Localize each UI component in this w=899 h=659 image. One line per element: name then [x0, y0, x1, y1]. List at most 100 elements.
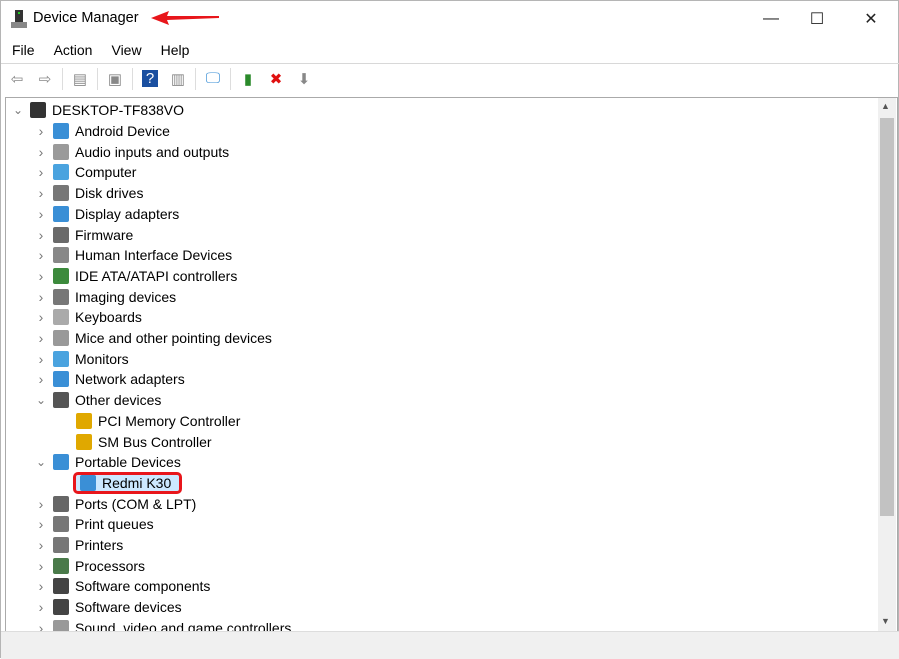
tree-item[interactable]: › Printers — [35, 535, 123, 556]
tree-item[interactable]: › Sound, video and game controllers — [35, 618, 292, 631]
tree-item[interactable]: › Display adapters — [35, 204, 179, 225]
show-hide-console-tree-button[interactable]: ▤ — [69, 68, 91, 90]
tree-item[interactable]: › Ports (COM & LPT) — [35, 493, 196, 514]
tree-item[interactable]: ⌄ Portable Devices — [35, 452, 181, 473]
device-category-icon — [53, 454, 69, 471]
disable-device-button[interactable]: ⬇ — [293, 68, 315, 90]
tree-item[interactable]: › Imaging devices — [35, 286, 176, 307]
menu-view[interactable]: View — [100, 39, 149, 61]
chevron-right-icon[interactable]: › — [35, 309, 47, 325]
chevron-right-icon[interactable]: › — [35, 351, 47, 367]
tree-item[interactable]: › IDE ATA/ATAPI controllers — [35, 266, 237, 287]
tree-item[interactable]: › Disk drives — [35, 183, 143, 204]
forward-arrow-icon: ⇨ — [38, 70, 52, 88]
uninstall-button[interactable]: ✖ — [265, 68, 287, 90]
menu-bar: File Action View Help — [1, 39, 899, 61]
minimize-button[interactable]: — — [748, 1, 794, 37]
tree-child-item[interactable]: Redmi K30 — [58, 471, 183, 494]
chevron-right-icon[interactable]: › — [35, 206, 47, 222]
disable-device-icon: ⬇ — [297, 70, 311, 88]
tree-root[interactable]: ⌄ DESKTOP-TF838VO — [12, 100, 184, 121]
tree-item[interactable]: › Audio inputs and outputs — [35, 141, 229, 162]
chevron-right-icon[interactable]: › — [35, 516, 47, 532]
update-driver-button[interactable]: ▮ — [237, 68, 259, 90]
scrollbar-thumb[interactable] — [880, 118, 894, 516]
chevron-down-icon[interactable]: ⌄ — [12, 103, 24, 117]
scroll-down-icon[interactable]: ▼ — [881, 616, 890, 626]
chevron-right-icon[interactable]: › — [35, 144, 47, 160]
menu-file[interactable]: File — [1, 39, 43, 61]
device-category-icon — [53, 392, 69, 409]
menu-action[interactable]: Action — [43, 39, 101, 61]
toolbar-separator — [132, 67, 133, 90]
tree-item[interactable]: ⌄ Other devices — [35, 390, 161, 411]
menu-help[interactable]: Help — [150, 39, 198, 61]
tree-item[interactable]: › Network adapters — [35, 369, 185, 390]
tree-item-label: PCI Memory Controller — [98, 412, 241, 429]
status-bar — [1, 631, 899, 659]
close-button[interactable]: ✕ — [848, 1, 894, 37]
chevron-right-icon[interactable]: › — [35, 164, 47, 180]
chevron-right-icon[interactable]: › — [35, 185, 47, 201]
properties-button[interactable]: ▣ — [104, 68, 126, 90]
chevron-right-icon[interactable]: › — [35, 599, 47, 615]
tree-item-label: Sound, video and game controllers — [75, 619, 292, 631]
chevron-right-icon[interactable]: › — [35, 558, 47, 574]
device-category-icon — [53, 143, 69, 160]
tree-item[interactable]: › Computer — [35, 162, 136, 183]
device-category-icon — [53, 578, 69, 595]
device-category-icon — [53, 330, 69, 347]
device-tree: ⌄ DESKTOP-TF838VO › Android Device › Audio in… — [5, 97, 898, 631]
chevron-right-icon[interactable]: › — [35, 247, 47, 263]
chevron-right-icon[interactable]: › — [35, 578, 47, 594]
action-pane-button[interactable]: ▥ — [167, 68, 189, 90]
tree-item-label: Imaging devices — [75, 288, 177, 305]
device-category-icon — [53, 123, 69, 140]
tree-item-label: Software devices — [75, 599, 182, 616]
back-arrow-button[interactable]: ⇦ — [6, 68, 28, 90]
tree-child-item[interactable]: PCI Memory Controller — [58, 411, 240, 432]
chevron-right-icon[interactable]: › — [35, 330, 47, 346]
scan-hardware-icon: 🖵 — [205, 70, 221, 87]
maximize-button[interactable]: ☐ — [794, 1, 840, 37]
device-category-icon — [53, 267, 69, 284]
device-category-icon — [53, 557, 69, 574]
device-category-icon — [80, 474, 96, 491]
tree-item[interactable]: › Processors — [35, 555, 145, 576]
device-category-icon — [53, 495, 69, 512]
help-button[interactable]: ? — [139, 68, 161, 90]
tree-item[interactable]: › Software components — [35, 576, 210, 597]
tree-item-label: Portable Devices — [75, 454, 181, 471]
tree-item[interactable]: › Software devices — [35, 597, 182, 618]
chevron-right-icon[interactable]: › — [35, 227, 47, 243]
tree-child-item[interactable]: SM Bus Controller — [58, 431, 212, 452]
chevron-right-icon[interactable]: › — [35, 268, 47, 284]
tree-item-label: Processors — [75, 557, 146, 574]
device-category-icon — [53, 185, 69, 202]
chevron-right-icon[interactable]: › — [35, 537, 47, 553]
scroll-up-icon[interactable]: ▲ — [881, 101, 890, 111]
chevron-right-icon[interactable]: › — [35, 371, 47, 387]
tree-item[interactable]: › Firmware — [35, 224, 133, 245]
tree-item[interactable]: › Print queues — [35, 514, 154, 535]
help-icon: ? — [141, 70, 159, 87]
tree-item-label: Display adapters — [75, 205, 180, 222]
chevron-right-icon[interactable]: › — [35, 496, 47, 512]
chevron-right-icon[interactable]: › — [35, 289, 47, 305]
forward-arrow-button[interactable]: ⇨ — [34, 68, 56, 90]
chevron-down-icon[interactable]: ⌄ — [35, 455, 47, 469]
chevron-down-icon[interactable]: ⌄ — [35, 393, 47, 407]
tree-item[interactable]: › Monitors — [35, 348, 129, 369]
device-category-icon — [53, 350, 69, 367]
show-hide-console-tree-icon: ▤ — [72, 70, 88, 88]
device-category-icon — [53, 371, 69, 388]
tree-item[interactable]: › Keyboards — [35, 307, 142, 328]
tree-item[interactable]: › Android Device — [35, 121, 170, 142]
tree-item[interactable]: › Human Interface Devices — [35, 245, 232, 266]
toolbar-separator — [230, 67, 231, 90]
chevron-right-icon[interactable]: › — [35, 620, 47, 631]
scan-hardware-button[interactable]: 🖵 — [202, 68, 224, 90]
chevron-right-icon[interactable]: › — [35, 123, 47, 139]
tree-item[interactable]: › Mice and other pointing devices — [35, 328, 272, 349]
device-category-icon — [53, 288, 69, 305]
